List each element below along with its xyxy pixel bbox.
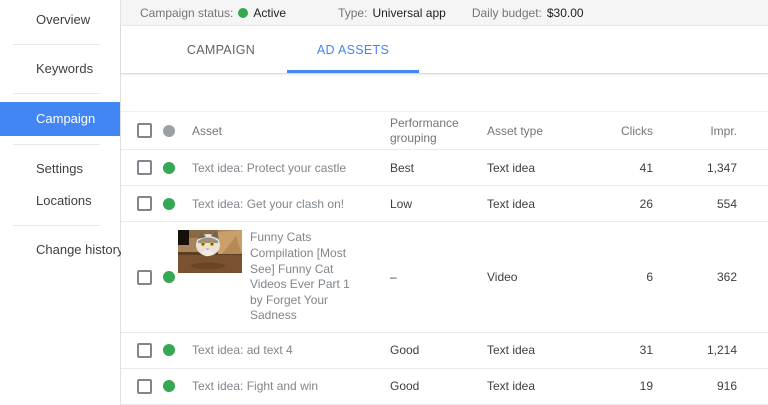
asset-name: Text idea: Fight and win xyxy=(192,379,390,393)
tabs-bar: CAMPAIGN AD ASSETS xyxy=(121,26,768,74)
active-status-icon xyxy=(238,8,248,18)
column-header-performance-grouping[interactable]: Performance grouping xyxy=(390,116,487,146)
asset-type-value: Text idea xyxy=(487,197,577,211)
row-checkbox[interactable] xyxy=(137,196,152,211)
impressions-value: 916 xyxy=(653,379,737,393)
row-checkbox[interactable] xyxy=(137,343,152,358)
table-row[interactable]: Text idea: Protect your castle Best Text… xyxy=(121,150,768,186)
impressions-value: 554 xyxy=(653,197,737,211)
app-window: Overview Keywords Campaign Settings Loca… xyxy=(0,0,768,405)
sidebar-divider xyxy=(13,44,100,45)
clicks-value: 31 xyxy=(577,343,653,357)
ad-assets-table: Asset Performance grouping Asset type Cl… xyxy=(121,112,768,405)
performance-grouping-value: Good xyxy=(390,379,487,393)
video-title: Funny Cats Compilation [Most See] Funny … xyxy=(250,230,368,292)
sidebar-divider xyxy=(13,225,100,226)
column-header-impressions[interactable]: Impr. xyxy=(653,124,737,138)
impressions-value: 362 xyxy=(653,270,737,284)
daily-budget-group: Daily budget: $30.00 xyxy=(472,6,584,20)
column-header-asset[interactable]: Asset xyxy=(192,124,390,138)
clicks-value: 26 xyxy=(577,197,653,211)
table-row[interactable]: Text idea: ad text 4 Good Text idea 31 1… xyxy=(121,333,768,369)
tab-ad-assets[interactable]: AD ASSETS xyxy=(287,43,419,73)
table-row[interactable]: Text idea: Fight and win Good Text idea … xyxy=(121,369,768,405)
table-row-video[interactable]: Funny Cats Compilation [Most See] Funny … xyxy=(121,222,768,333)
column-header-clicks[interactable]: Clicks xyxy=(577,124,653,138)
tab-campaign[interactable]: CAMPAIGN xyxy=(155,43,287,73)
main-content: Campaign status: Active Type: Universal … xyxy=(121,0,768,405)
campaign-type-group: Type: Universal app xyxy=(338,6,446,20)
sidebar-item-settings[interactable]: Settings xyxy=(0,153,120,185)
performance-grouping-value: Low xyxy=(390,197,487,211)
sidebar-item-locations[interactable]: Locations xyxy=(0,185,120,217)
asset-name: Text idea: Protect your castle xyxy=(192,161,390,175)
clicks-value: 6 xyxy=(577,270,653,284)
sidebar-item-keywords[interactable]: Keywords xyxy=(0,53,120,85)
status-dot-enabled-icon xyxy=(163,162,175,174)
video-asset-text: Funny Cats Compilation [Most See] Funny … xyxy=(250,230,368,324)
performance-grouping-value: – xyxy=(390,270,487,284)
sidebar-divider xyxy=(13,144,100,145)
row-checkbox[interactable] xyxy=(137,270,152,285)
asset-name: Text idea: Get your clash on! xyxy=(192,197,390,211)
row-checkbox[interactable] xyxy=(137,379,152,394)
status-dot-enabled-icon xyxy=(163,344,175,356)
status-dot-gray-icon xyxy=(163,125,175,137)
status-dot-enabled-icon xyxy=(163,198,175,210)
sidebar-divider xyxy=(13,93,100,94)
daily-budget-label: Daily budget: xyxy=(472,6,542,20)
sidebar: Overview Keywords Campaign Settings Loca… xyxy=(0,0,121,405)
status-dot-enabled-icon xyxy=(163,380,175,392)
performance-header-line1: Performance xyxy=(390,116,459,130)
campaign-status-value: Active xyxy=(253,6,286,20)
clicks-value: 41 xyxy=(577,161,653,175)
sidebar-item-overview[interactable]: Overview xyxy=(0,4,120,36)
campaign-type-label: Type: xyxy=(338,6,367,20)
campaign-status-group: Campaign status: Active xyxy=(140,6,286,20)
status-column-header xyxy=(152,125,192,137)
asset-type-value: Video xyxy=(487,270,577,284)
impressions-value: 1,347 xyxy=(653,161,737,175)
status-cell xyxy=(152,344,192,356)
video-channel: by Forget Your Sadness xyxy=(250,293,368,324)
table-header-row: Asset Performance grouping Asset type Cl… xyxy=(121,112,768,150)
column-header-asset-type[interactable]: Asset type xyxy=(487,124,577,138)
table-row[interactable]: Text idea: Get your clash on! Low Text i… xyxy=(121,186,768,222)
toolbar-strip xyxy=(121,74,768,113)
sidebar-item-campaign[interactable]: Campaign xyxy=(0,102,120,136)
status-cell xyxy=(152,162,192,174)
video-asset-cell: Funny Cats Compilation [Most See] Funny … xyxy=(192,222,390,332)
select-all-checkbox[interactable] xyxy=(137,123,152,138)
daily-budget-value: $30.00 xyxy=(547,6,584,20)
performance-grouping-value: Good xyxy=(390,343,487,357)
impressions-value: 1,214 xyxy=(653,343,737,357)
asset-type-value: Text idea xyxy=(487,343,577,357)
asset-name: Text idea: ad text 4 xyxy=(192,343,390,357)
status-cell xyxy=(152,380,192,392)
row-checkbox[interactable] xyxy=(137,160,152,175)
campaign-type-value: Universal app xyxy=(372,6,445,20)
performance-grouping-value: Best xyxy=(390,161,487,175)
status-cell xyxy=(152,198,192,210)
asset-type-value: Text idea xyxy=(487,379,577,393)
clicks-value: 19 xyxy=(577,379,653,393)
performance-header-line2: grouping xyxy=(390,131,437,145)
cat-video-thumbnail[interactable] xyxy=(178,230,242,273)
status-dot-enabled-icon xyxy=(163,271,175,283)
asset-type-value: Text idea xyxy=(487,161,577,175)
sidebar-item-change-history[interactable]: Change history xyxy=(0,234,120,266)
campaign-status-bar: Campaign status: Active Type: Universal … xyxy=(121,0,768,26)
campaign-status-label: Campaign status: xyxy=(140,6,233,20)
